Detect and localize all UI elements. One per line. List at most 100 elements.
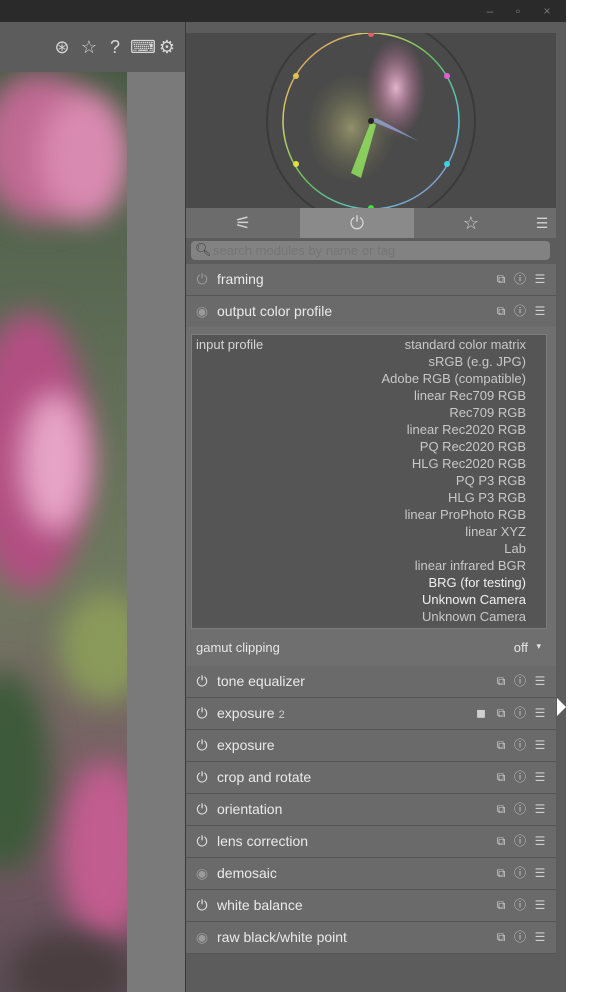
reset-icon[interactable]: ⓘ	[513, 898, 527, 912]
multi-instance-icon[interactable]: ⧉	[494, 706, 508, 720]
presets-menu-icon[interactable]: ☰	[533, 898, 547, 912]
dropdown-option[interactable]: PQ Rec2020 RGB	[420, 439, 526, 454]
power-icon[interactable]: ⏻	[194, 768, 210, 786]
presets-menu-icon[interactable]: ☰	[533, 738, 547, 752]
module-group-tabs: ⚟ ⏻ ☆ ☰	[186, 208, 556, 238]
power-icon[interactable]: ⏻	[194, 704, 210, 722]
gamut-clipping-combobox[interactable]: gamut clipping off ▾	[186, 633, 556, 664]
dropdown-option[interactable]: Unknown Camera	[422, 592, 526, 607]
power-icon[interactable]: ⏻	[194, 832, 210, 850]
dropdown-option[interactable]: Lab	[504, 541, 526, 556]
power-icon[interactable]: ⏻	[194, 800, 210, 818]
dropdown-option[interactable]: linear Rec2020 RGB	[407, 422, 526, 437]
star-icon[interactable]: ☆	[78, 36, 100, 58]
reset-icon[interactable]: ⓘ	[513, 674, 527, 688]
multi-instance-icon[interactable]: ⧉	[494, 802, 508, 816]
module-label: white balance	[217, 897, 303, 913]
multi-instance-icon[interactable]: ⧉	[494, 272, 508, 286]
multi-instance-icon[interactable]: ⧉	[494, 674, 508, 688]
panel-scrollbar[interactable]	[556, 22, 566, 992]
tab-menu-icon[interactable]: ☰	[528, 208, 556, 238]
presets-icon[interactable]: ⊛	[51, 36, 73, 58]
module-header-output-color-profile[interactable]: ◉ output color profile ⧉ ⓘ ☰	[186, 296, 556, 328]
reset-icon[interactable]: ⓘ	[513, 866, 527, 880]
multi-instance-icon[interactable]: ⧉	[494, 898, 508, 912]
multi-instance-icon[interactable]: ⧉	[494, 770, 508, 784]
module-header-tone-equalizer[interactable]: ⏻ tone equalizer ⧉ ⓘ ☰	[186, 666, 556, 698]
presets-menu-icon[interactable]: ☰	[533, 866, 547, 880]
image-preview[interactable]	[0, 72, 127, 992]
gamut-clipping-value[interactable]: off	[514, 633, 528, 662]
module-header-demosaic[interactable]: ◉ demosaic ⧉ ⓘ ☰	[186, 858, 556, 890]
tab-favorites[interactable]: ☆	[428, 208, 514, 238]
presets-menu-icon[interactable]: ☰	[533, 930, 547, 944]
multi-instance-icon[interactable]: ⧉	[494, 866, 508, 880]
dropdown-option[interactable]: Rec709 RGB	[449, 405, 526, 420]
panel-empty-space	[186, 955, 556, 992]
module-header-lens-correction[interactable]: ⏻ lens correction ⧉ ⓘ ☰	[186, 826, 556, 858]
dropdown-option[interactable]: linear XYZ	[465, 524, 526, 539]
maximize-icon[interactable]: ▫	[510, 3, 526, 19]
keyboard-icon[interactable]: ⌨	[130, 36, 156, 58]
reset-icon[interactable]: ⓘ	[513, 834, 527, 848]
multi-instance-icon[interactable]: ⧉	[494, 834, 508, 848]
profile-dropdown-popup[interactable]: input profile standard color matrix sRGB…	[191, 334, 547, 629]
reset-icon[interactable]: ⓘ	[513, 802, 527, 816]
power-icon[interactable]: ⏻	[194, 736, 210, 754]
module-label: lens correction	[217, 833, 309, 849]
dropdown-option[interactable]: linear ProPhoto RGB	[405, 507, 526, 522]
presets-menu-icon[interactable]: ☰	[533, 770, 547, 784]
reset-icon[interactable]: ⓘ	[513, 272, 527, 286]
help-icon[interactable]: ?	[104, 36, 126, 58]
module-header-orientation[interactable]: ⏻ orientation ⧉ ⓘ ☰	[186, 794, 556, 826]
dropdown-option[interactable]: HLG Rec2020 RGB	[412, 456, 526, 471]
power-icon[interactable]: ⏻	[194, 896, 210, 914]
chevron-down-icon[interactable]: ▾	[536, 633, 541, 660]
presets-menu-icon[interactable]: ☰	[533, 802, 547, 816]
reset-icon[interactable]: ⓘ	[513, 304, 527, 318]
gamut-clipping-label: gamut clipping	[196, 640, 280, 655]
collapse-panel-arrow-icon[interactable]	[557, 698, 566, 716]
dropdown-option[interactable]: Unknown Camera	[422, 609, 526, 624]
presets-menu-icon[interactable]: ☰	[533, 674, 547, 688]
dropdown-option[interactable]: linear infrared BGR	[415, 558, 526, 573]
dropdown-option[interactable]: linear Rec709 RGB	[414, 388, 526, 403]
dropdown-option[interactable]: Adobe RGB (compatible)	[381, 371, 526, 386]
presets-menu-icon[interactable]: ☰	[533, 834, 547, 848]
reset-icon[interactable]: ⓘ	[513, 770, 527, 784]
tab-quick-access[interactable]: ⚟	[200, 208, 286, 238]
multi-instance-icon[interactable]: ⧉	[494, 738, 508, 752]
close-icon[interactable]: ×	[539, 3, 555, 19]
power-icon[interactable]: ⏻	[194, 270, 210, 288]
presets-menu-icon[interactable]: ☰	[533, 304, 547, 318]
tab-active-modules[interactable]: ⏻	[300, 208, 414, 238]
dropdown-option[interactable]: HLG P3 RGB	[448, 490, 526, 505]
module-search[interactable]: 🔍︎	[191, 241, 550, 260]
module-header-crop-and-rotate[interactable]: ⏻ crop and rotate ⧉ ⓘ ☰	[186, 762, 556, 794]
dropdown-option[interactable]: PQ P3 RGB	[456, 473, 526, 488]
module-label: demosaic	[217, 865, 277, 881]
gear-icon[interactable]: ⚙	[156, 36, 178, 58]
presets-menu-icon[interactable]: ☰	[533, 272, 547, 286]
presets-menu-icon[interactable]: ☰	[533, 706, 547, 720]
module-header-exposure-2[interactable]: ⏻ exposure 2 ◼ ⧉ ⓘ ☰	[186, 698, 556, 730]
multi-instance-icon[interactable]: ⧉	[494, 304, 508, 318]
module-header-white-balance[interactable]: ⏻ white balance ⧉ ⓘ ☰	[186, 890, 556, 922]
module-header-raw-black-white-point[interactable]: ◉ raw black/white point ⧉ ⓘ ☰	[186, 922, 556, 954]
mask-icon[interactable]: ◼	[474, 706, 488, 720]
module-label: crop and rotate	[217, 769, 312, 785]
module-header-exposure[interactable]: ⏻ exposure ⧉ ⓘ ☰	[186, 730, 556, 762]
dropdown-option[interactable]: sRGB (e.g. JPG)	[428, 354, 526, 369]
reset-icon[interactable]: ⓘ	[513, 738, 527, 752]
reset-icon[interactable]: ⓘ	[513, 706, 527, 720]
multi-instance-icon[interactable]: ⧉	[494, 930, 508, 944]
always-on-icon: ◉	[195, 929, 209, 945]
dropdown-option[interactable]: BRG (for testing)	[428, 575, 526, 590]
module-header-framing[interactable]: ⏻ framing ⧉ ⓘ ☰	[186, 264, 556, 296]
module-label: exposure 2	[217, 698, 285, 731]
reset-icon[interactable]: ⓘ	[513, 930, 527, 944]
power-icon[interactable]: ⏻	[194, 672, 210, 690]
minimize-icon[interactable]: ‒	[482, 3, 498, 19]
dropdown-option[interactable]: standard color matrix	[405, 337, 526, 352]
search-input[interactable]	[213, 241, 543, 260]
